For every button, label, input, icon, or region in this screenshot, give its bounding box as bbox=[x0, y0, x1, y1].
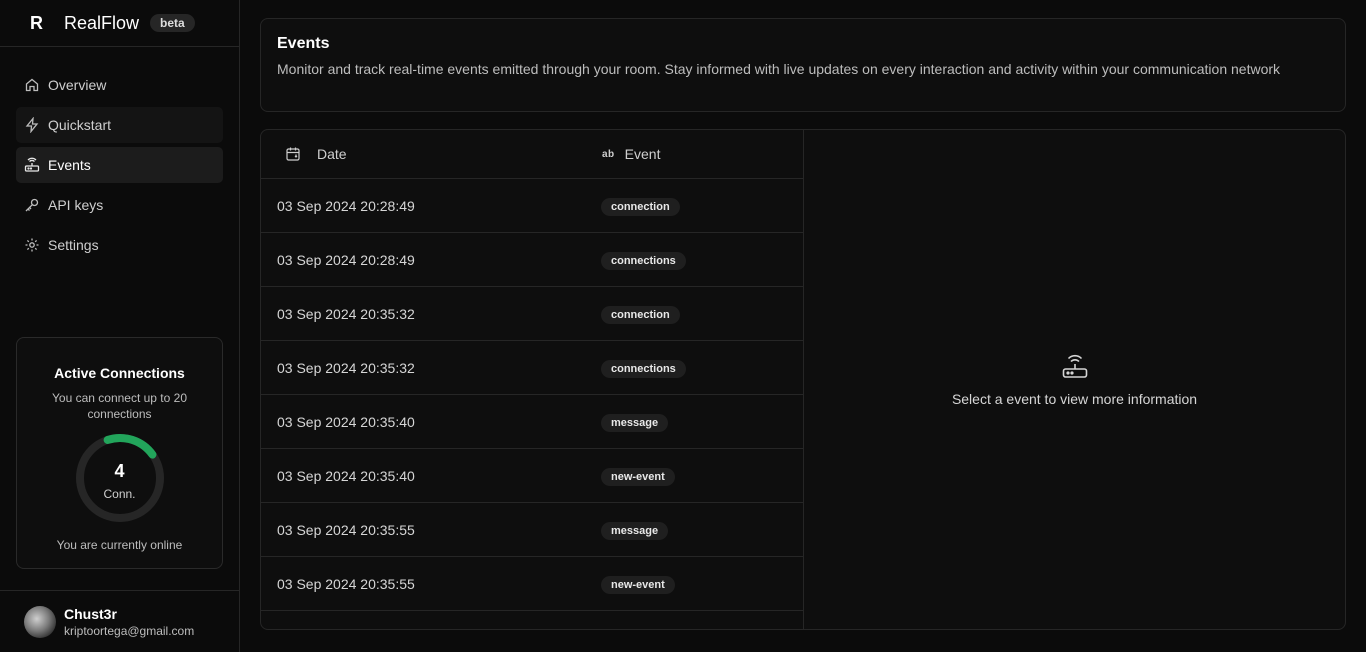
column-date-label: Date bbox=[317, 146, 347, 162]
sidebar-item-quickstart[interactable]: Quickstart bbox=[16, 107, 223, 143]
event-date: 03 Sep 2024 20:35:40 bbox=[277, 467, 415, 484]
key-icon bbox=[25, 198, 39, 212]
calendar-icon bbox=[286, 147, 300, 161]
table-row[interactable]: 03 Sep 2024 20:28:49 connection bbox=[261, 179, 803, 233]
user-email: kriptoortega@gmail.com bbox=[64, 623, 195, 638]
events-table: Date ab Event 03 Sep 2024 20:28:49 connec… bbox=[261, 130, 804, 629]
table-row[interactable]: 03 Sep 2024 20:35:40 new-event bbox=[261, 449, 803, 503]
page-title: Events bbox=[277, 35, 330, 52]
detail-placeholder: Select a event to view more information bbox=[951, 390, 1198, 407]
event-date: 03 Sep 2024 20:35:55 bbox=[277, 575, 415, 592]
table-body: 03 Sep 2024 20:28:49 connection 03 Sep 202… bbox=[261, 179, 803, 611]
event-badge: connection bbox=[601, 305, 680, 324]
beta-badge: beta bbox=[150, 14, 195, 32]
column-event-label: Event bbox=[624, 146, 661, 162]
sidebar-item-overview[interactable]: Overview bbox=[16, 67, 223, 103]
column-event[interactable]: ab Event bbox=[602, 146, 660, 162]
avatar bbox=[24, 605, 56, 638]
user-info: Chust3r kriptoortega@gmail.com bbox=[64, 606, 194, 638]
events-panel: Date ab Event 03 Sep 2024 20:28:49 connec… bbox=[260, 129, 1346, 630]
connections-unit: Conn. bbox=[103, 487, 136, 501]
event-badge: connections bbox=[601, 359, 686, 378]
sidebar-item-api-keys[interactable]: API keys bbox=[16, 187, 223, 223]
sidebar-nav: Overview Quickstart Events API keys Sett… bbox=[0, 47, 239, 263]
table-row[interactable]: 03 Sep 2024 20:35:32 connections bbox=[261, 341, 803, 395]
main-content: Events Monitor and track real-time event… bbox=[240, 0, 1366, 652]
brand-logo: R bbox=[30, 12, 43, 33]
table-row[interactable]: 03 Sep 2024 20:35:55 message bbox=[261, 503, 803, 557]
event-date: 03 Sep 2024 20:28:49 bbox=[277, 251, 415, 268]
event-date: 03 Sep 2024 20:35:32 bbox=[277, 359, 415, 376]
connections-gauge: 4 Conn. bbox=[74, 432, 166, 524]
sidebar-item-label: Overview bbox=[48, 77, 107, 93]
event-badge: new-event bbox=[601, 575, 675, 594]
connections-count: 4 bbox=[114, 461, 125, 481]
brand-name: RealFlow bbox=[64, 12, 140, 33]
column-date[interactable]: Date bbox=[261, 146, 602, 162]
user-name: Chust3r bbox=[64, 605, 117, 622]
user-profile[interactable]: Chust3r kriptoortega@gmail.com bbox=[0, 590, 239, 652]
event-badge: connections bbox=[601, 251, 686, 270]
connections-description: You can connect up to 20 connections bbox=[52, 391, 187, 421]
event-date: 03 Sep 2024 20:35:40 bbox=[277, 413, 415, 430]
event-badge: new-event bbox=[601, 467, 675, 486]
bolt-icon bbox=[25, 117, 39, 133]
sidebar-item-label: Events bbox=[48, 157, 91, 173]
event-date: 03 Sep 2024 20:35:32 bbox=[277, 305, 415, 322]
sidebar-item-label: API keys bbox=[48, 197, 104, 213]
connection-status: You are currently online bbox=[56, 538, 183, 552]
event-date: 03 Sep 2024 20:28:49 bbox=[277, 197, 415, 214]
home-icon bbox=[25, 78, 39, 92]
sidebar-item-events[interactable]: Events bbox=[16, 147, 223, 183]
event-detail-panel: Select a event to view more information bbox=[804, 130, 1345, 629]
brand: R RealFlow beta bbox=[0, 0, 239, 47]
event-badge: message bbox=[601, 413, 669, 432]
router-icon bbox=[24, 157, 40, 172]
router-icon bbox=[1062, 354, 1087, 378]
active-connections-card: Active Connections You can connect up to… bbox=[16, 337, 223, 569]
sidebar-item-label: Settings bbox=[48, 237, 99, 253]
event-date: 03 Sep 2024 20:35:55 bbox=[277, 521, 415, 538]
text-type-icon: ab bbox=[602, 148, 615, 160]
page-description: Monitor and track real-time events emitt… bbox=[277, 61, 1281, 77]
table-row[interactable]: 03 Sep 2024 20:35:32 connection bbox=[261, 287, 803, 341]
sidebar-item-settings[interactable]: Settings bbox=[16, 227, 223, 263]
table-row[interactable]: 03 Sep 2024 20:28:49 connections bbox=[261, 233, 803, 287]
sidebar: R RealFlow beta Overview Quickstart Even… bbox=[0, 0, 240, 652]
page-header: Events Monitor and track real-time event… bbox=[260, 18, 1346, 112]
table-header: Date ab Event bbox=[261, 130, 803, 179]
sidebar-item-label: Quickstart bbox=[48, 117, 112, 133]
connections-title: Active Connections bbox=[54, 365, 185, 381]
gear-icon bbox=[25, 238, 39, 252]
event-badge: connection bbox=[601, 197, 680, 216]
table-row[interactable]: 03 Sep 2024 20:35:55 new-event bbox=[261, 557, 803, 611]
table-row[interactable]: 03 Sep 2024 20:35:40 message bbox=[261, 395, 803, 449]
event-badge: message bbox=[601, 521, 669, 540]
